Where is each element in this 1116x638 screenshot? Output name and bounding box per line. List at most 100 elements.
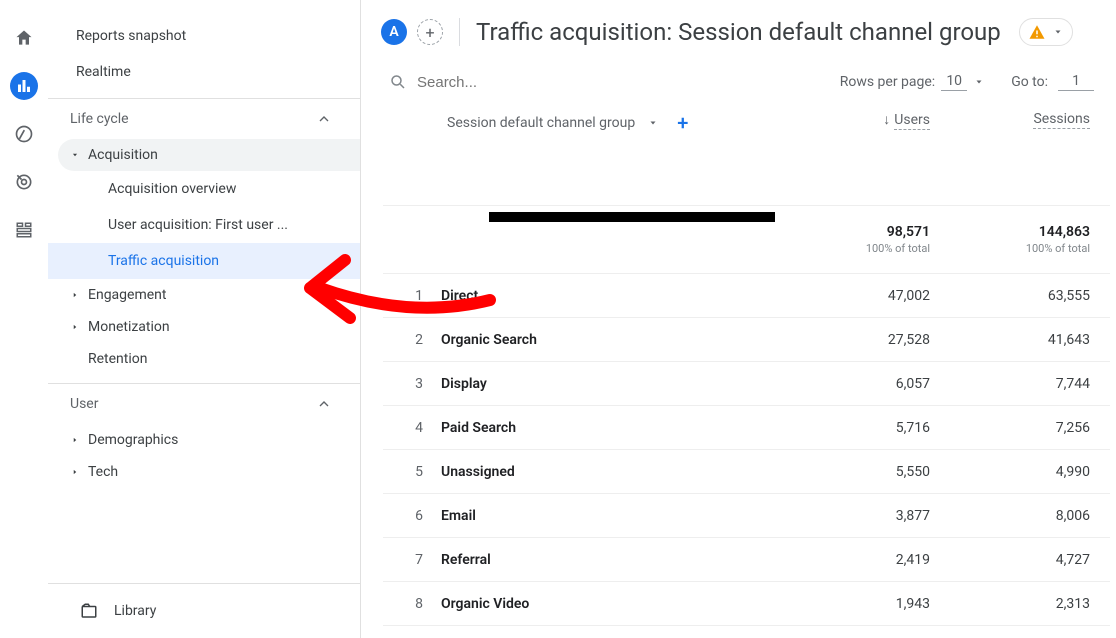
- row-sessions: 7,256: [950, 420, 1110, 436]
- column-sessions[interactable]: Sessions: [950, 111, 1110, 127]
- sidebar-item-realtime[interactable]: Realtime: [48, 54, 360, 90]
- row-dimension: Email: [441, 508, 790, 524]
- demographics-label: Demographics: [88, 432, 178, 448]
- sidebar-item-demographics[interactable]: Demographics: [48, 424, 360, 456]
- data-quality-warning-chip[interactable]: [1019, 18, 1073, 46]
- table-row[interactable]: 7Referral2,4194,727: [383, 538, 1110, 582]
- row-dimension: Direct: [441, 288, 790, 304]
- retention-label: Retention: [88, 351, 148, 367]
- row-index: 1: [383, 288, 441, 304]
- caret-right-icon: [70, 322, 88, 332]
- rows-per-page-label: Rows per page:: [840, 74, 935, 90]
- monetization-label: Monetization: [88, 319, 170, 335]
- row-dimension: Unassigned: [441, 464, 790, 480]
- sidebar-item-acquisition[interactable]: Acquisition: [58, 139, 360, 171]
- divider: [459, 18, 460, 46]
- column-users[interactable]: ↓Users: [790, 111, 950, 128]
- row-dimension: Paid Search: [441, 420, 790, 436]
- sidebar-item-monetization[interactable]: Monetization: [48, 311, 360, 343]
- add-comparison-button[interactable]: +: [417, 19, 443, 45]
- comparison-badge[interactable]: A: [381, 19, 407, 45]
- dimension-picker[interactable]: Session default channel group +: [383, 111, 790, 135]
- sidebar-item-traffic-acq[interactable]: Traffic acquisition: [48, 243, 360, 279]
- goto-value[interactable]: 1: [1058, 73, 1094, 91]
- advertising-icon[interactable]: [10, 168, 38, 196]
- page-title: Traffic acquisition: Session default cha…: [476, 18, 1001, 46]
- sidebar-item-retention[interactable]: Retention: [48, 343, 360, 375]
- table-row-total: 98,571100% of total 144,863100% of total: [383, 206, 1110, 274]
- caret-right-icon: [70, 467, 88, 477]
- table-row[interactable]: 6Email3,8778,006: [383, 494, 1110, 538]
- caret-right-icon: [70, 435, 88, 445]
- row-users: 3,877: [790, 508, 950, 524]
- redacted-bar: [489, 212, 775, 222]
- dimension-header-label: Session default channel group: [447, 115, 635, 131]
- section-label: Life cycle: [70, 111, 129, 127]
- sessions-header-label: Sessions: [1033, 111, 1090, 129]
- row-sessions: 2,313: [950, 596, 1110, 612]
- row-users: 6,057: [790, 376, 950, 392]
- home-icon[interactable]: [10, 24, 38, 52]
- row-sessions: 7,744: [950, 376, 1110, 392]
- total-users: 98,571: [887, 224, 930, 240]
- table-row[interactable]: 2Organic Search27,52841,643: [383, 318, 1110, 362]
- sidebar-item-tech[interactable]: Tech: [48, 456, 360, 488]
- row-users: 5,716: [790, 420, 950, 436]
- goto-label: Go to:: [1011, 74, 1048, 90]
- search-input[interactable]: [417, 74, 617, 91]
- table-row[interactable]: 3Display6,0577,744: [383, 362, 1110, 406]
- search-field[interactable]: [389, 73, 832, 91]
- main-content: A + Traffic acquisition: Session default…: [361, 0, 1116, 638]
- total-users-pct: 100% of total: [866, 242, 930, 255]
- library-icon: [80, 602, 98, 620]
- row-dimension: Organic Search: [441, 332, 790, 348]
- row-sessions: 63,555: [950, 288, 1110, 304]
- sidebar-section-user[interactable]: User: [48, 384, 360, 424]
- sidebar-item-acq-overview[interactable]: Acquisition overview: [48, 171, 360, 207]
- sidebar-item-snapshot[interactable]: Reports snapshot: [48, 18, 360, 54]
- acquisition-label: Acquisition: [88, 147, 158, 163]
- caret-down-icon: [70, 150, 88, 160]
- table-row[interactable]: 4Paid Search5,7167,256: [383, 406, 1110, 450]
- row-sessions: 4,990: [950, 464, 1110, 480]
- page-header: A + Traffic acquisition: Session default…: [361, 0, 1116, 61]
- chevron-down-icon: [1052, 26, 1064, 38]
- row-users: 5,550: [790, 464, 950, 480]
- row-index: 4: [383, 420, 441, 436]
- sidebar-section-lifecycle[interactable]: Life cycle: [48, 99, 360, 139]
- row-dimension: Organic Video: [441, 596, 790, 612]
- table-row[interactable]: 5Unassigned5,5504,990: [383, 450, 1110, 494]
- row-dimension: Display: [441, 376, 790, 392]
- rows-per-page-value[interactable]: 10: [941, 73, 967, 91]
- sidebar-item-library[interactable]: Library: [48, 583, 360, 638]
- table-row[interactable]: 1Direct47,00263,555: [383, 274, 1110, 318]
- goto-control[interactable]: Go to: 1: [1011, 73, 1094, 91]
- total-sessions-pct: 100% of total: [1026, 242, 1090, 255]
- row-sessions: 4,727: [950, 552, 1110, 568]
- reports-icon[interactable]: [10, 72, 38, 100]
- sort-descending-icon: ↓: [883, 112, 890, 128]
- rows-per-page-control[interactable]: Rows per page: 10: [840, 73, 985, 91]
- row-users: 2,419: [790, 552, 950, 568]
- warning-icon: [1028, 23, 1046, 41]
- row-index: 5: [383, 464, 441, 480]
- row-sessions: 41,643: [950, 332, 1110, 348]
- sidebar-item-user-acq[interactable]: User acquisition: First user ...: [48, 207, 360, 243]
- row-users: 47,002: [790, 288, 950, 304]
- search-icon: [389, 73, 407, 91]
- tech-label: Tech: [88, 464, 118, 480]
- table-row[interactable]: 8Organic Video1,9432,313: [383, 582, 1110, 626]
- configure-icon[interactable]: [10, 216, 38, 244]
- library-label: Library: [114, 603, 156, 619]
- row-sessions: 8,006: [950, 508, 1110, 524]
- data-table: Session default channel group + ↓Users S…: [361, 105, 1116, 626]
- row-users: 1,943: [790, 596, 950, 612]
- row-dimension: Referral: [441, 552, 790, 568]
- engagement-label: Engagement: [88, 287, 166, 303]
- sidebar-item-engagement[interactable]: Engagement: [48, 279, 360, 311]
- add-dimension-button[interactable]: +: [677, 111, 688, 135]
- table-header-row: Session default channel group + ↓Users S…: [383, 105, 1110, 206]
- explore-icon[interactable]: [10, 120, 38, 148]
- table-toolbar: Rows per page: 10 Go to: 1: [361, 61, 1116, 105]
- chevron-up-icon: [316, 111, 332, 127]
